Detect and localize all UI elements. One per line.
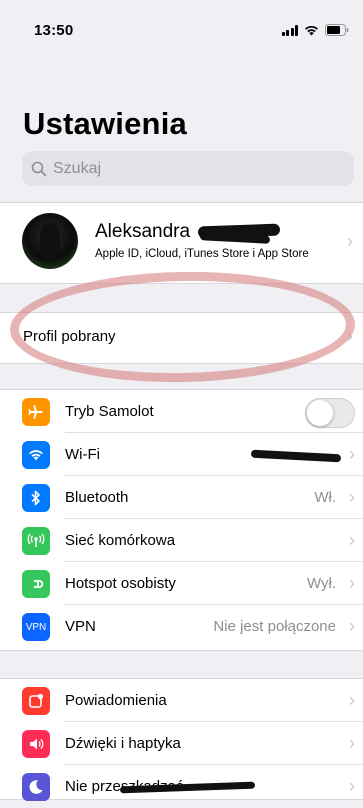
page-title: Ustawienia xyxy=(23,106,187,141)
wifi-status-icon xyxy=(304,25,319,36)
row-value: Wył. xyxy=(306,575,336,592)
battery-icon xyxy=(325,24,349,36)
row-label: Tryb Samolot xyxy=(65,403,154,420)
chevron-right-icon: › xyxy=(349,573,355,593)
settings-row-do-not-disturb[interactable]: Nie przeszkadzać › xyxy=(0,765,363,808)
chevron-right-icon: › xyxy=(349,733,355,753)
status-time: 13:50 xyxy=(34,22,74,39)
settings-row-vpn[interactable]: VPN VPN Nie jest połączone › xyxy=(0,605,363,648)
airplane-icon xyxy=(22,398,50,426)
row-label: Hotspot osobisty xyxy=(65,575,176,592)
settings-row-wifi[interactable]: Wi-Fi › xyxy=(0,433,363,476)
sounds-icon xyxy=(22,730,50,758)
notifications-group: Powiadomienia › Dźwięki i haptyka › Nie … xyxy=(0,678,363,801)
row-value: Nie jest połączone xyxy=(213,618,336,635)
settings-row-airplane[interactable]: Tryb Samolot xyxy=(0,390,363,433)
status-bar: 13:50 xyxy=(0,0,363,60)
settings-row-hotspot[interactable]: Hotspot osobisty Wył. › xyxy=(0,562,363,605)
settings-row-bluetooth[interactable]: Bluetooth Wł. › xyxy=(0,476,363,519)
signal-icon xyxy=(281,24,298,36)
cellular-icon xyxy=(22,527,50,555)
chevron-right-icon: › xyxy=(347,231,353,251)
profile-subtitle: Apple ID, iCloud, iTunes Store i App Sto… xyxy=(95,248,309,260)
bluetooth-icon xyxy=(22,484,50,512)
search-icon xyxy=(31,161,47,176)
row-label: VPN xyxy=(65,618,96,635)
row-label: Powiadomienia xyxy=(65,692,167,709)
row-value: Wł. xyxy=(314,489,336,506)
settings-row-notifications[interactable]: Powiadomienia › xyxy=(0,679,363,722)
avatar xyxy=(22,213,78,269)
row-label: Dźwięki i haptyka xyxy=(65,735,181,752)
status-icons xyxy=(281,24,350,36)
settings-row-cellular[interactable]: Sieć komórkowa › xyxy=(0,519,363,562)
vpn-icon: VPN xyxy=(22,613,50,641)
moon-icon xyxy=(22,773,50,801)
search-input[interactable] xyxy=(51,158,335,179)
wifi-icon xyxy=(22,441,50,469)
hotspot-icon xyxy=(22,570,50,598)
chevron-right-icon: › xyxy=(349,690,355,710)
chevron-right-icon: › xyxy=(349,530,355,550)
redaction-mark xyxy=(250,449,342,463)
airplane-mode-toggle[interactable] xyxy=(305,398,355,428)
hand-drawn-highlight-circle xyxy=(9,268,356,386)
row-label: Sieć komórkowa xyxy=(65,532,176,549)
row-label: Wi-Fi xyxy=(65,446,100,463)
notifications-icon xyxy=(22,687,50,715)
search-bar[interactable] xyxy=(22,151,354,186)
connectivity-group: Tryb Samolot Wi-Fi › Bluetooth Wł. › Sie… xyxy=(0,389,363,651)
chevron-right-icon: › xyxy=(349,487,355,507)
chevron-right-icon: › xyxy=(349,616,355,636)
chevron-right-icon: › xyxy=(349,776,355,796)
chevron-right-icon: › xyxy=(349,444,355,464)
settings-row-sounds[interactable]: Dźwięki i haptyka › xyxy=(0,722,363,765)
profile-name: Aleksandra xyxy=(95,221,191,242)
row-label: Bluetooth xyxy=(65,489,129,506)
